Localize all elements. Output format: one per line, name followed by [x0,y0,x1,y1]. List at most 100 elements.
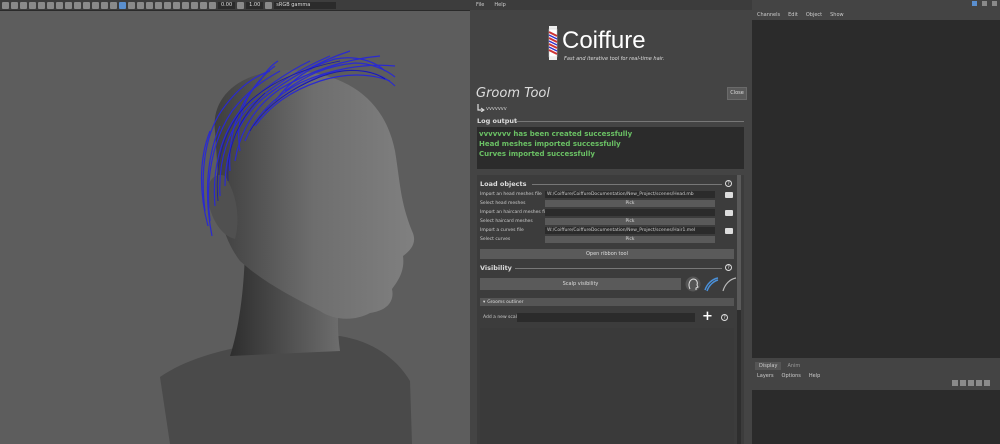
move-layer-down-icon[interactable] [960,380,966,386]
xray-icon[interactable] [191,1,198,9]
select-haircard-label: Select haircard meshes [480,219,533,224]
layer-list[interactable] [752,390,1000,444]
grid-icon[interactable] [38,1,45,9]
head-model-render [160,50,415,444]
modeling-toolkit-icon[interactable] [972,1,977,6]
head-folder-icon[interactable] [725,192,733,198]
layer-tabs: Display Anim [755,362,815,370]
resolution-gate-icon[interactable] [56,1,63,9]
camera-attributes-icon[interactable] [11,1,18,9]
vertical-scrollbar[interactable] [737,175,741,444]
channel-box-icon[interactable] [992,1,997,6]
safe-action-icon[interactable] [83,1,90,9]
menu-file[interactable]: File [476,2,484,8]
import-haircard-label: Import an haircard meshes file [480,210,550,215]
wireframe-on-shaded-icon[interactable] [119,1,126,9]
log-line: Head meshes imported successfully [479,140,621,148]
new-empty-layer-icon[interactable] [968,380,974,386]
menu-channels[interactable]: Channels [757,12,780,18]
import-head-label: Import an head meshes file [480,192,542,197]
attribute-editor-icon[interactable] [982,1,987,6]
channel-box-panel: Channels Edit Object Show Display Anim L… [752,0,1000,444]
viewport-toolbar: 0.00 1.00 sRGB gamma [0,0,470,11]
select-head-label: Select head meshes [480,201,526,206]
image-plane-icon[interactable] [29,1,36,9]
curves-folder-icon[interactable] [725,228,733,234]
textured-icon[interactable] [128,1,135,9]
visibility-help-icon[interactable]: ? [725,264,732,271]
layer-menubar: Layers Options Help [752,371,1000,380]
import-curves-path-field[interactable]: W:/Coiffure/CoiffureDocumentation/New_Pr… [545,227,715,234]
field-chart-icon[interactable] [74,1,81,9]
menu-show[interactable]: Show [830,12,844,18]
shadows-icon[interactable] [146,1,153,9]
menu-help[interactable]: Help [494,2,505,8]
tab-anim[interactable]: Anim [783,362,804,370]
menu-layers-help[interactable]: Help [809,373,820,379]
menu-object[interactable]: Object [806,12,822,18]
grooms-help-icon[interactable]: ? [721,314,728,321]
motion-blur-icon[interactable] [164,1,171,9]
exposure-field[interactable]: 0.00 [218,1,236,9]
logo-tagline: Fast and iterative tool for real-time ha… [564,56,665,62]
gamma-field[interactable]: 1.00 [246,1,264,9]
groom-name: vvvvvvv [486,106,507,112]
curves-visibility-icon[interactable] [703,276,719,292]
log-output-box: vvvvvvv has been created successfully He… [477,127,744,169]
head-visibility-icon[interactable] [685,276,701,292]
add-scalp-input[interactable] [517,313,695,322]
load-objects-title: Load objects [480,180,527,188]
scrollbar-thumb[interactable] [737,175,741,310]
groom-tool-title: Groom Tool [476,86,550,101]
select-camera-icon[interactable] [2,1,9,9]
log-line: vvvvvvv has been created successfully [479,130,633,138]
isolate-select-icon[interactable] [182,1,189,9]
log-divider [516,121,744,122]
layer-buttons [952,380,1000,388]
pick-head-button[interactable]: Pick [545,200,715,207]
open-ribbon-tool-button[interactable]: Open ribbon tool [480,249,734,259]
pick-curves-button[interactable]: Pick [545,236,715,243]
move-layer-up-icon[interactable] [952,380,958,386]
menu-edit[interactable]: Edit [788,12,798,18]
color-management-icon[interactable] [265,1,273,9]
wireframe-icon[interactable] [101,1,108,9]
layer-extra-icon[interactable] [984,380,990,386]
smooth-shade-icon[interactable] [110,1,117,9]
lights-icon[interactable] [137,1,144,9]
groom-scroll-area[interactable]: Load objects ? Import an head meshes fil… [477,175,744,444]
xray-joints-icon[interactable] [200,1,207,9]
exposure-icon[interactable] [209,1,216,9]
safe-title-icon[interactable] [92,1,99,9]
coiffure-window: File Help Coiffure Fast and iterative to… [470,0,752,444]
ambient-occlusion-icon[interactable] [155,1,162,9]
close-button[interactable]: Close [727,87,747,100]
import-curves-label: Import a curves file [480,228,524,233]
bookmark-icon[interactable] [20,1,27,9]
gamma-icon[interactable] [237,1,245,9]
scalp-visibility-button[interactable]: Scalp visibility [480,278,681,290]
3d-viewport[interactable]: 0.00 1.00 sRGB gamma [0,0,470,444]
import-head-path-field[interactable]: W:/Coiffure/CoiffureDocumentation/New_Pr… [545,191,715,198]
menu-layers[interactable]: Layers [757,373,774,379]
haircard-folder-icon[interactable] [725,210,733,216]
visibility-title: Visibility [480,264,512,272]
add-scalp-plus-icon[interactable]: + [702,309,713,324]
grooms-outliner-header[interactable]: ▾ Grooms outliner [480,298,734,306]
view-transform-select[interactable]: sRGB gamma [274,1,337,9]
grooms-outliner-list[interactable] [480,328,734,444]
barber-pole-icon [548,26,558,60]
pick-haircard-button[interactable]: Pick [545,218,715,225]
tab-display[interactable]: Display [755,362,782,370]
add-scalp-label: Add a new scalp [483,315,520,320]
channel-box-content[interactable] [752,20,1000,358]
load-help-icon[interactable]: ? [725,180,732,187]
anti-aliasing-icon[interactable] [173,1,180,9]
log-output-title: Log output [477,117,518,125]
new-layer-selected-icon[interactable] [976,380,982,386]
film-gate-icon[interactable] [47,1,54,9]
import-haircard-path-field[interactable] [545,209,715,216]
menu-options[interactable]: Options [782,373,801,379]
gate-mask-icon[interactable] [65,1,72,9]
haircards-visibility-icon[interactable] [721,276,737,292]
